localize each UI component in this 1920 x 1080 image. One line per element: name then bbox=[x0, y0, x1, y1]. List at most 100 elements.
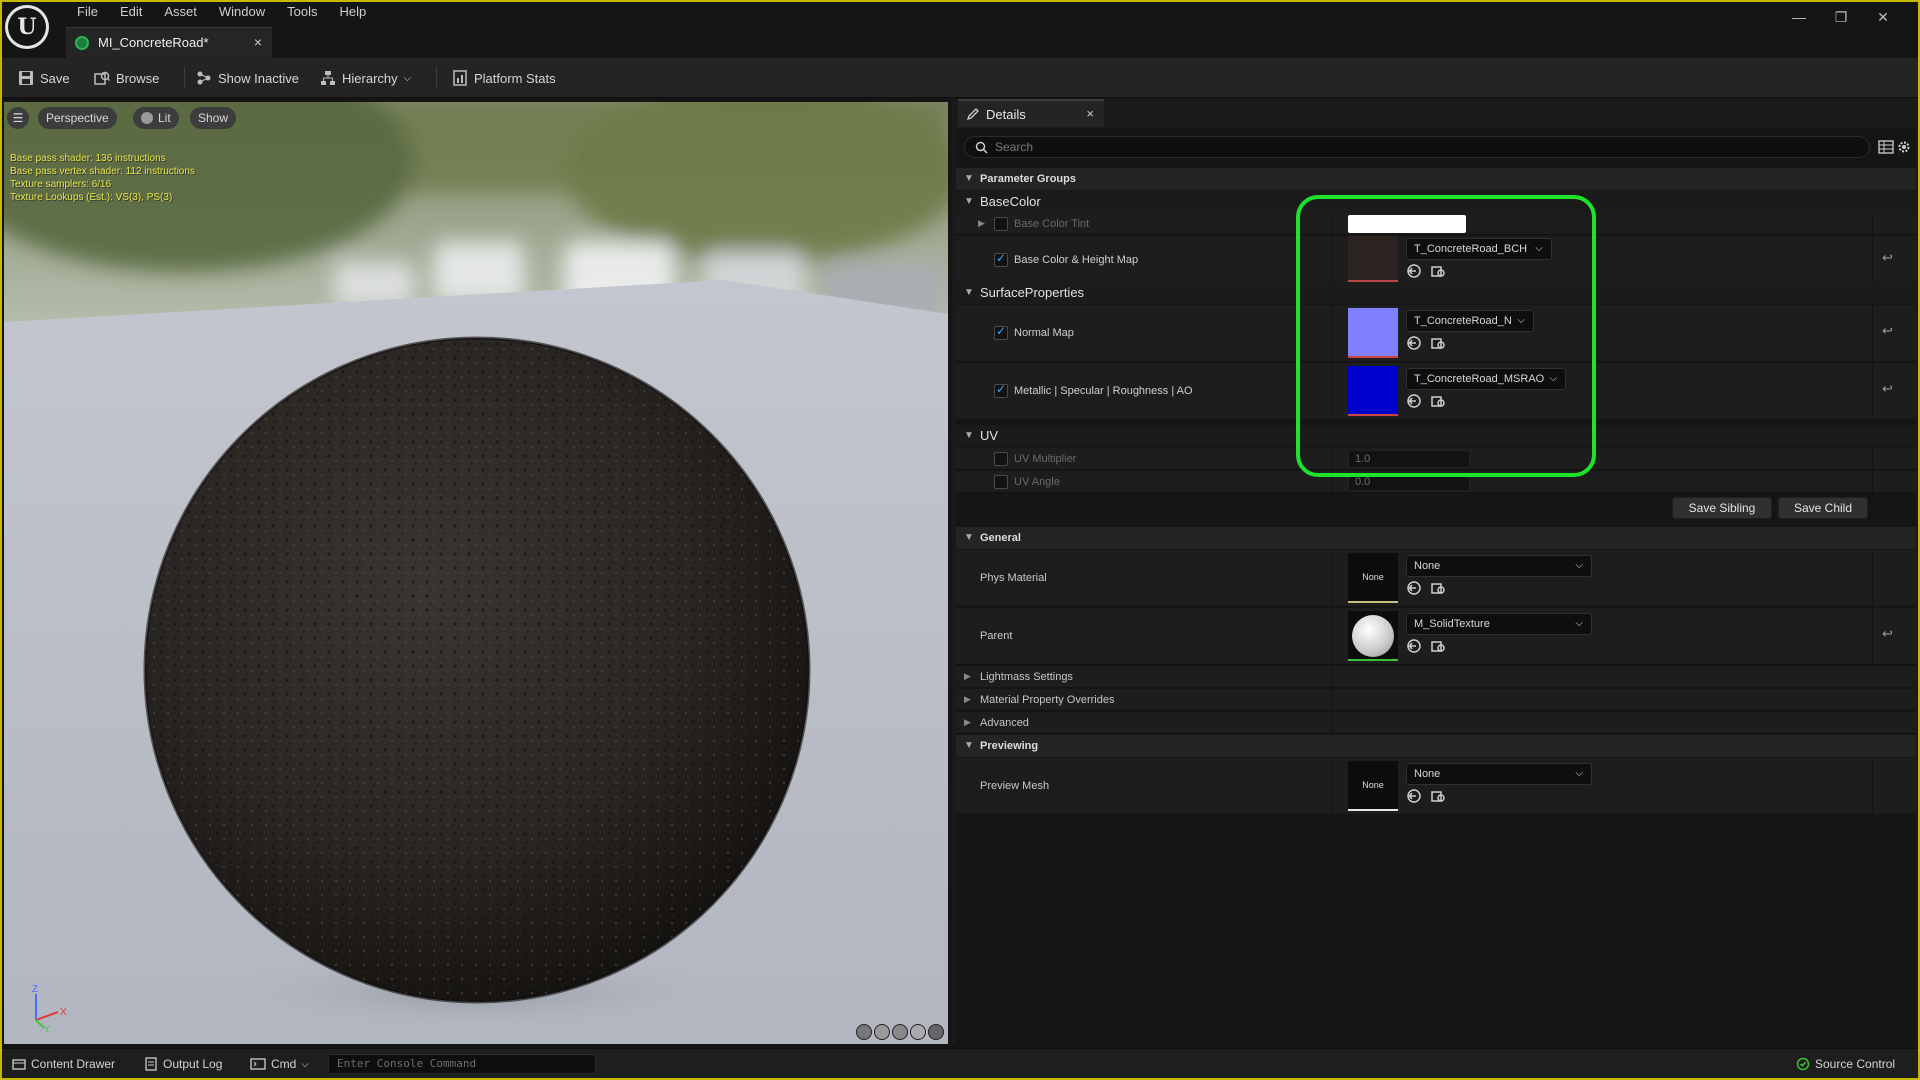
close-details-button[interactable]: × bbox=[1086, 106, 1094, 121]
surface-properties-section[interactable]: ▼ SurfaceProperties bbox=[956, 282, 1916, 304]
preview-cylinder-icon[interactable] bbox=[856, 1024, 872, 1040]
output-log-button[interactable]: Output Log bbox=[144, 1056, 222, 1072]
preview-plane-icon[interactable] bbox=[892, 1024, 908, 1040]
console-command-input[interactable]: Enter Console Command bbox=[328, 1054, 596, 1074]
restore-button[interactable]: ❐ bbox=[1820, 7, 1862, 27]
hierarchy-button[interactable]: Hierarchy ⌵ bbox=[320, 67, 411, 89]
details-panel: Details × Search ▼ Parameter Groups ▼ Ba… bbox=[952, 99, 1918, 1044]
output-log-label: Output Log bbox=[163, 1057, 223, 1071]
expand-triangle-icon[interactable]: ▶ bbox=[978, 218, 985, 229]
menu-file[interactable]: File bbox=[66, 3, 109, 21]
use-selected-icon[interactable] bbox=[1406, 393, 1422, 409]
column-divider bbox=[1332, 305, 1333, 361]
document-tab[interactable]: MI_ConcreteRoad* × bbox=[66, 27, 272, 58]
previewing-section[interactable]: ▼ Previewing bbox=[956, 735, 1916, 757]
lit-button[interactable]: Lit bbox=[133, 107, 179, 129]
unreal-logo-icon[interactable]: U bbox=[5, 5, 49, 49]
uv-section[interactable]: ▼ UV bbox=[956, 425, 1916, 447]
normal-map-checkbox[interactable] bbox=[994, 324, 1008, 340]
uv-angle-field[interactable]: 0.0 bbox=[1348, 473, 1470, 491]
search-icon bbox=[975, 141, 988, 154]
preview-cube-icon[interactable] bbox=[910, 1024, 926, 1040]
menu-help[interactable]: Help bbox=[328, 3, 377, 21]
close-window-button[interactable]: ✕ bbox=[1862, 7, 1904, 27]
use-selected-icon[interactable] bbox=[1406, 638, 1422, 654]
gear-icon[interactable] bbox=[1896, 139, 1912, 155]
use-selected-icon[interactable] bbox=[1406, 788, 1422, 804]
platform-stats-button[interactable]: Platform Stats bbox=[452, 67, 556, 89]
msrao-thumbnail[interactable] bbox=[1348, 366, 1398, 416]
normal-map-thumbnail[interactable] bbox=[1348, 308, 1398, 358]
browse-asset-icon[interactable] bbox=[1430, 638, 1446, 654]
browse-asset-icon[interactable] bbox=[1430, 580, 1446, 596]
parameter-groups-header[interactable]: ▼ Parameter Groups bbox=[956, 168, 1916, 190]
reset-to-default-icon[interactable]: ↩ bbox=[1882, 323, 1893, 339]
source-control-button[interactable]: Source Control bbox=[1796, 1056, 1895, 1072]
reset-to-default-icon[interactable]: ↩ bbox=[1882, 626, 1893, 642]
preview-mesh-icon[interactable] bbox=[928, 1024, 944, 1040]
collapse-triangle-icon: ▼ bbox=[964, 287, 974, 298]
normal-map-texture-combo[interactable]: T_ConcreteRoad_N ⌵ bbox=[1406, 310, 1534, 332]
use-selected-icon[interactable] bbox=[1406, 263, 1422, 279]
window-controls: — ❐ ✕ bbox=[1778, 7, 1904, 27]
browse-asset-icon[interactable] bbox=[1430, 788, 1446, 804]
column-divider bbox=[1872, 471, 1873, 492]
column-divider bbox=[1332, 236, 1333, 283]
phys-material-combo[interactable]: None ⌵ bbox=[1406, 555, 1592, 577]
column-divider bbox=[1332, 712, 1333, 733]
menu-asset[interactable]: Asset bbox=[153, 3, 208, 21]
details-tab[interactable]: Details × bbox=[958, 99, 1104, 127]
menu-tools[interactable]: Tools bbox=[276, 3, 328, 21]
perspective-button[interactable]: Perspective bbox=[38, 107, 117, 129]
menu-window[interactable]: Window bbox=[208, 3, 276, 21]
save-sibling-button[interactable]: Save Sibling bbox=[1672, 497, 1772, 519]
base-color-texture-combo[interactable]: T_ConcreteRoad_BCH ⌵ bbox=[1406, 238, 1552, 260]
lightmass-settings-row[interactable]: ▶ Lightmass Settings bbox=[956, 666, 1916, 688]
show-inactive-button[interactable]: Show Inactive bbox=[196, 67, 299, 89]
menu-edit[interactable]: Edit bbox=[109, 3, 153, 21]
chevron-down-icon: ⌵ bbox=[1535, 243, 1543, 254]
table-view-icon[interactable] bbox=[1878, 139, 1894, 155]
material-preview-viewport[interactable]: ☰ Perspective Lit Show Base pass shader:… bbox=[4, 102, 948, 1044]
browse-asset-icon[interactable] bbox=[1430, 335, 1446, 351]
browse-asset-icon[interactable] bbox=[1430, 263, 1446, 279]
cmd-selector[interactable]: Cmd ⌵ bbox=[250, 1056, 309, 1072]
uv-multiplier-checkbox[interactable] bbox=[994, 452, 1008, 466]
advanced-row[interactable]: ▶ Advanced bbox=[956, 712, 1916, 734]
msrao-checkbox[interactable] bbox=[994, 382, 1008, 398]
preview-sphere-icon[interactable] bbox=[874, 1024, 890, 1040]
parent-thumbnail[interactable] bbox=[1348, 611, 1398, 661]
base-color-tint-checkbox[interactable] bbox=[994, 217, 1008, 231]
reset-to-default-icon[interactable]: ↩ bbox=[1882, 250, 1893, 266]
use-selected-icon[interactable] bbox=[1406, 580, 1422, 596]
content-drawer-label: Content Drawer bbox=[31, 1057, 116, 1071]
reset-to-default-icon[interactable]: ↩ bbox=[1882, 381, 1893, 397]
viewport-menu-button[interactable]: ☰ bbox=[7, 107, 29, 129]
show-button[interactable]: Show bbox=[190, 107, 237, 129]
save-child-button[interactable]: Save Child bbox=[1778, 497, 1868, 519]
browse-button[interactable]: Browse bbox=[94, 67, 159, 89]
uv-angle-row: UV Angle 0.0 bbox=[956, 471, 1916, 493]
general-section[interactable]: ▼ General bbox=[956, 527, 1916, 549]
base-color-map-checkbox[interactable] bbox=[994, 251, 1008, 267]
uv-angle-checkbox[interactable] bbox=[994, 475, 1008, 489]
material-property-overrides-row[interactable]: ▶ Material Property Overrides bbox=[956, 689, 1916, 711]
menu-bar: File Edit Asset Window Tools Help bbox=[66, 3, 377, 21]
browse-asset-icon[interactable] bbox=[1430, 393, 1446, 409]
preview-mesh-combo[interactable]: None ⌵ bbox=[1406, 763, 1592, 785]
base-color-tint-swatch[interactable] bbox=[1348, 215, 1466, 233]
use-selected-icon[interactable] bbox=[1406, 335, 1422, 351]
preview-mesh-thumbnail[interactable]: None bbox=[1348, 761, 1398, 811]
save-button[interactable]: Save bbox=[18, 67, 70, 89]
content-drawer-button[interactable]: Content Drawer bbox=[12, 1056, 115, 1072]
minimize-button[interactable]: — bbox=[1778, 7, 1820, 27]
phys-material-thumbnail[interactable]: None bbox=[1348, 553, 1398, 603]
uv-multiplier-field[interactable]: 1.0 bbox=[1348, 450, 1470, 468]
search-input[interactable]: Search bbox=[964, 136, 1870, 158]
column-divider bbox=[1872, 305, 1873, 361]
parent-combo[interactable]: M_SolidTexture ⌵ bbox=[1406, 613, 1592, 635]
basecolor-section[interactable]: ▼ BaseColor bbox=[956, 191, 1916, 213]
base-color-texture-thumbnail[interactable] bbox=[1348, 236, 1398, 282]
msrao-texture-combo[interactable]: T_ConcreteRoad_MSRAO ⌵ bbox=[1406, 368, 1566, 390]
close-tab-button[interactable]: × bbox=[254, 34, 262, 50]
